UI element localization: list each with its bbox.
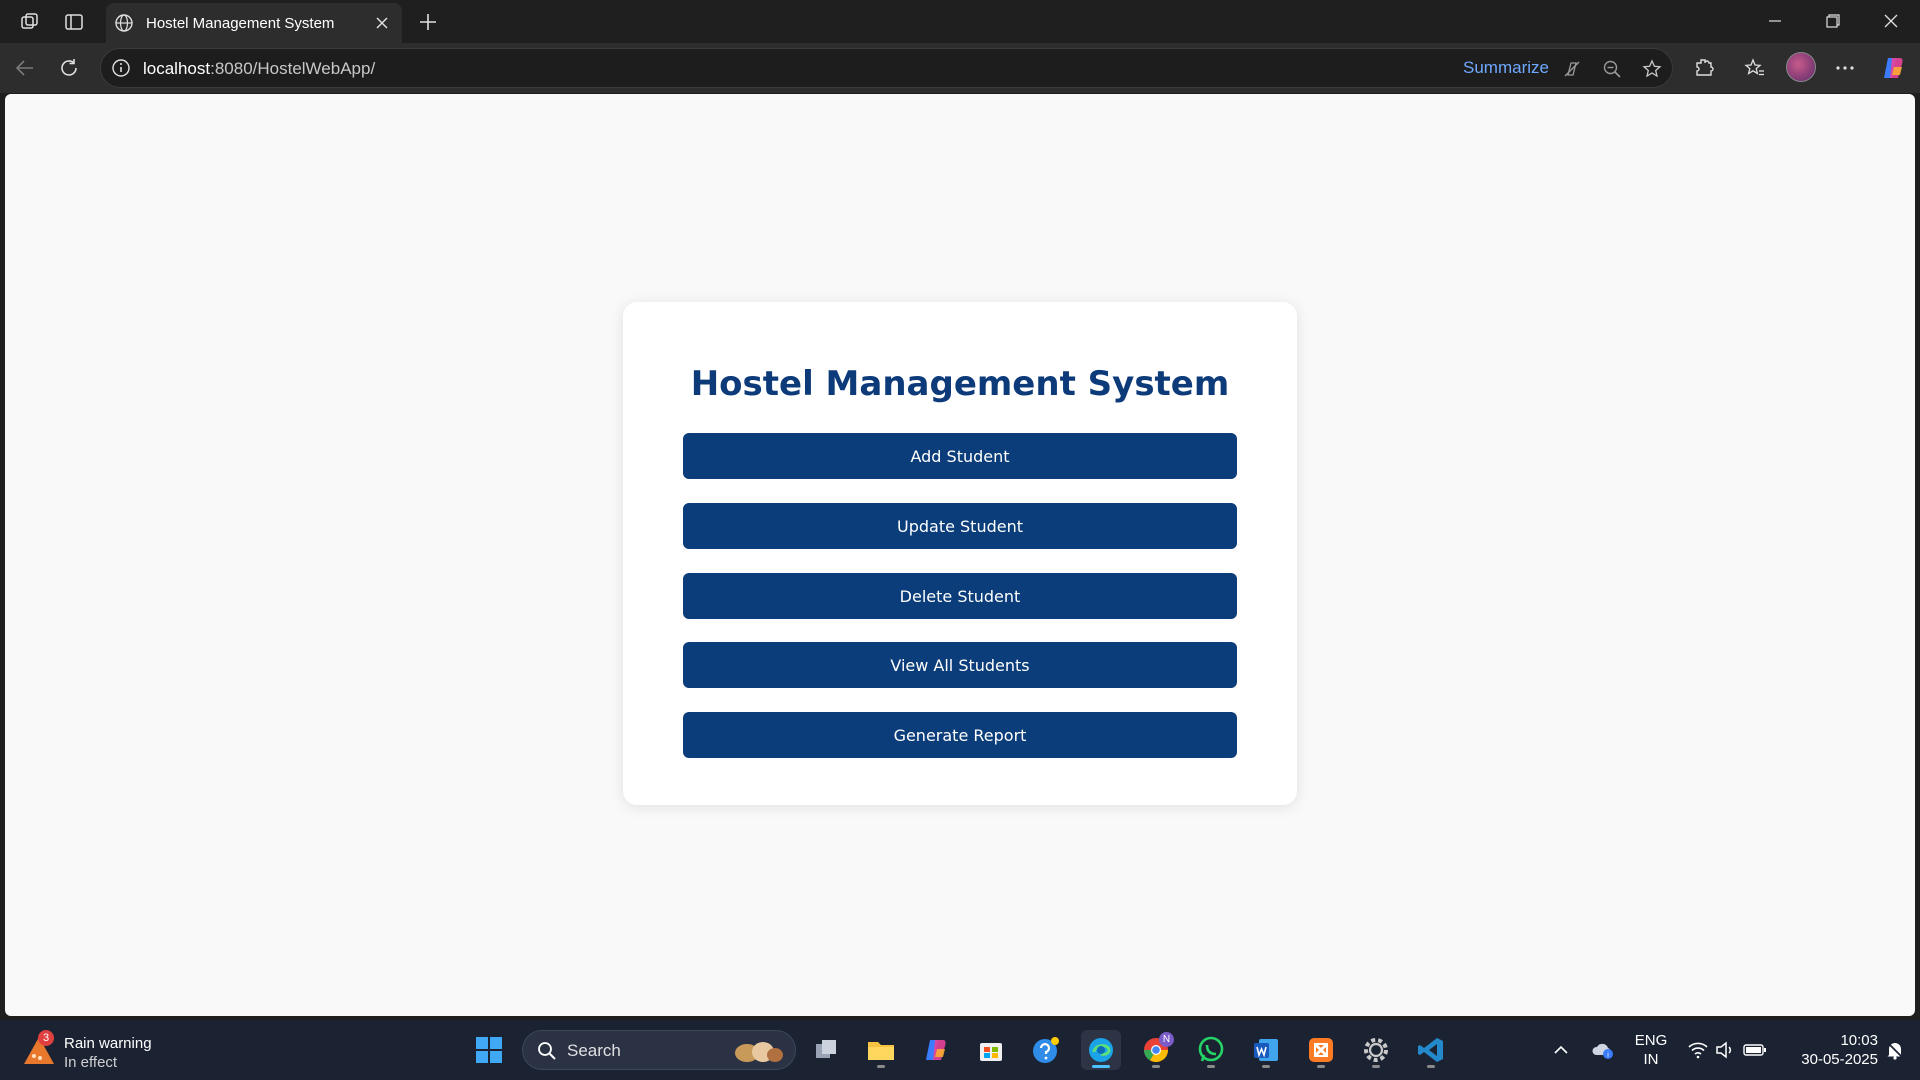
address-bar[interactable]: localhost:8080/HostelWebApp/ Summarize bbox=[100, 48, 1673, 88]
restore-icon[interactable] bbox=[1804, 0, 1862, 42]
close-window-icon[interactable] bbox=[1862, 0, 1920, 42]
copilot-off-icon[interactable] bbox=[1559, 56, 1585, 82]
extensions-icon[interactable] bbox=[1689, 53, 1719, 83]
running-indicator bbox=[1317, 1065, 1325, 1068]
refresh-icon[interactable] bbox=[54, 53, 84, 83]
edge-browser-icon[interactable] bbox=[1081, 1030, 1121, 1070]
file-explorer-icon[interactable] bbox=[861, 1030, 901, 1070]
volume-icon[interactable] bbox=[1712, 1030, 1738, 1070]
add-student-button[interactable]: Add Student bbox=[683, 433, 1237, 479]
summarize-button[interactable]: Summarize bbox=[1463, 58, 1549, 78]
store-icon[interactable] bbox=[971, 1030, 1011, 1070]
running-indicator bbox=[1207, 1065, 1215, 1068]
url-host: localhost bbox=[143, 59, 211, 78]
zoom-out-icon[interactable] bbox=[1599, 56, 1625, 82]
help-app-icon[interactable] bbox=[1026, 1030, 1066, 1070]
word-icon[interactable] bbox=[1246, 1030, 1286, 1070]
browser-titlebar: Hostel Management System bbox=[0, 0, 1920, 43]
notifications-icon[interactable] bbox=[1880, 1030, 1910, 1070]
page-title: Hostel Management System bbox=[690, 364, 1230, 404]
clock[interactable]: 10:03 30-05-2025 bbox=[1782, 1030, 1878, 1070]
new-tab-icon[interactable] bbox=[412, 6, 444, 38]
delete-student-button[interactable]: Delete Student bbox=[683, 573, 1237, 619]
generate-report-button[interactable]: Generate Report bbox=[683, 712, 1237, 758]
whatsapp-icon[interactable] bbox=[1191, 1030, 1231, 1070]
vertical-tabs-icon[interactable] bbox=[60, 8, 88, 36]
page-viewport: Hostel Management System Add Student Upd… bbox=[5, 94, 1915, 1016]
workspaces-icon[interactable] bbox=[16, 8, 44, 36]
running-indicator bbox=[1427, 1065, 1435, 1068]
chrome-profile-badge: N bbox=[1159, 1032, 1174, 1047]
language-region: IN bbox=[1643, 1051, 1659, 1068]
url-path: :8080/HostelWebApp/ bbox=[210, 59, 376, 78]
battery-icon[interactable] bbox=[1740, 1030, 1770, 1070]
active-tab[interactable]: Hostel Management System bbox=[106, 3, 402, 43]
language-indicator[interactable]: ENG IN bbox=[1628, 1030, 1674, 1070]
weather-badge: 3 bbox=[38, 1030, 54, 1046]
view-all-students-button[interactable]: View All Students bbox=[683, 642, 1237, 688]
back-icon[interactable] bbox=[10, 53, 40, 83]
globe-icon bbox=[115, 14, 133, 32]
update-student-button[interactable]: Update Student bbox=[683, 503, 1237, 549]
search-highlight-image bbox=[735, 1042, 783, 1062]
search-icon bbox=[538, 1042, 556, 1060]
show-hidden-icons-chevron-icon[interactable] bbox=[1548, 1030, 1574, 1070]
minimize-icon[interactable] bbox=[1746, 0, 1804, 42]
wifi-icon[interactable] bbox=[1684, 1030, 1712, 1070]
language-code: ENG bbox=[1634, 1032, 1668, 1049]
favorites-icon[interactable] bbox=[1740, 53, 1770, 83]
copilot-app-icon[interactable] bbox=[916, 1030, 956, 1070]
tab-close-icon[interactable] bbox=[370, 11, 394, 35]
taskbar-search[interactable]: Search bbox=[522, 1030, 796, 1070]
profile-avatar[interactable] bbox=[1786, 52, 1816, 82]
active-indicator bbox=[1092, 1065, 1110, 1068]
running-indicator bbox=[1262, 1065, 1270, 1068]
favorite-star-icon[interactable] bbox=[1639, 56, 1665, 82]
onedrive-icon[interactable]: i bbox=[1588, 1030, 1618, 1070]
weather-title: Rain warning bbox=[64, 1035, 152, 1052]
task-view-icon[interactable] bbox=[806, 1030, 846, 1070]
menu-card: Hostel Management System Add Student Upd… bbox=[623, 302, 1297, 805]
clock-date: 30-05-2025 bbox=[1801, 1051, 1878, 1068]
clock-time: 10:03 bbox=[1840, 1032, 1878, 1049]
windows-taskbar: 3 Rain warning In effect Search N i ENG … bbox=[0, 1020, 1920, 1080]
weather-subtitle: In effect bbox=[64, 1054, 118, 1071]
more-options-icon[interactable] bbox=[1830, 53, 1860, 83]
tab-title: Hostel Management System bbox=[146, 14, 335, 32]
running-indicator bbox=[877, 1065, 885, 1068]
browser-toolbar: localhost:8080/HostelWebApp/ Summarize bbox=[0, 43, 1920, 93]
running-indicator bbox=[1152, 1065, 1160, 1068]
xampp-icon[interactable] bbox=[1301, 1030, 1341, 1070]
vscode-icon[interactable] bbox=[1411, 1030, 1451, 1070]
url-text[interactable]: localhost:8080/HostelWebApp/ bbox=[143, 59, 375, 79]
running-indicator bbox=[1372, 1065, 1380, 1068]
copilot-icon[interactable] bbox=[1878, 53, 1908, 83]
start-button[interactable] bbox=[469, 1030, 509, 1070]
site-info-icon[interactable] bbox=[111, 58, 131, 78]
chrome-icon[interactable]: N bbox=[1136, 1030, 1176, 1070]
settings-gear-icon[interactable] bbox=[1356, 1030, 1396, 1070]
weather-widget[interactable]: 3 Rain warning In effect bbox=[22, 1028, 172, 1072]
search-label: Search bbox=[567, 1041, 621, 1060]
